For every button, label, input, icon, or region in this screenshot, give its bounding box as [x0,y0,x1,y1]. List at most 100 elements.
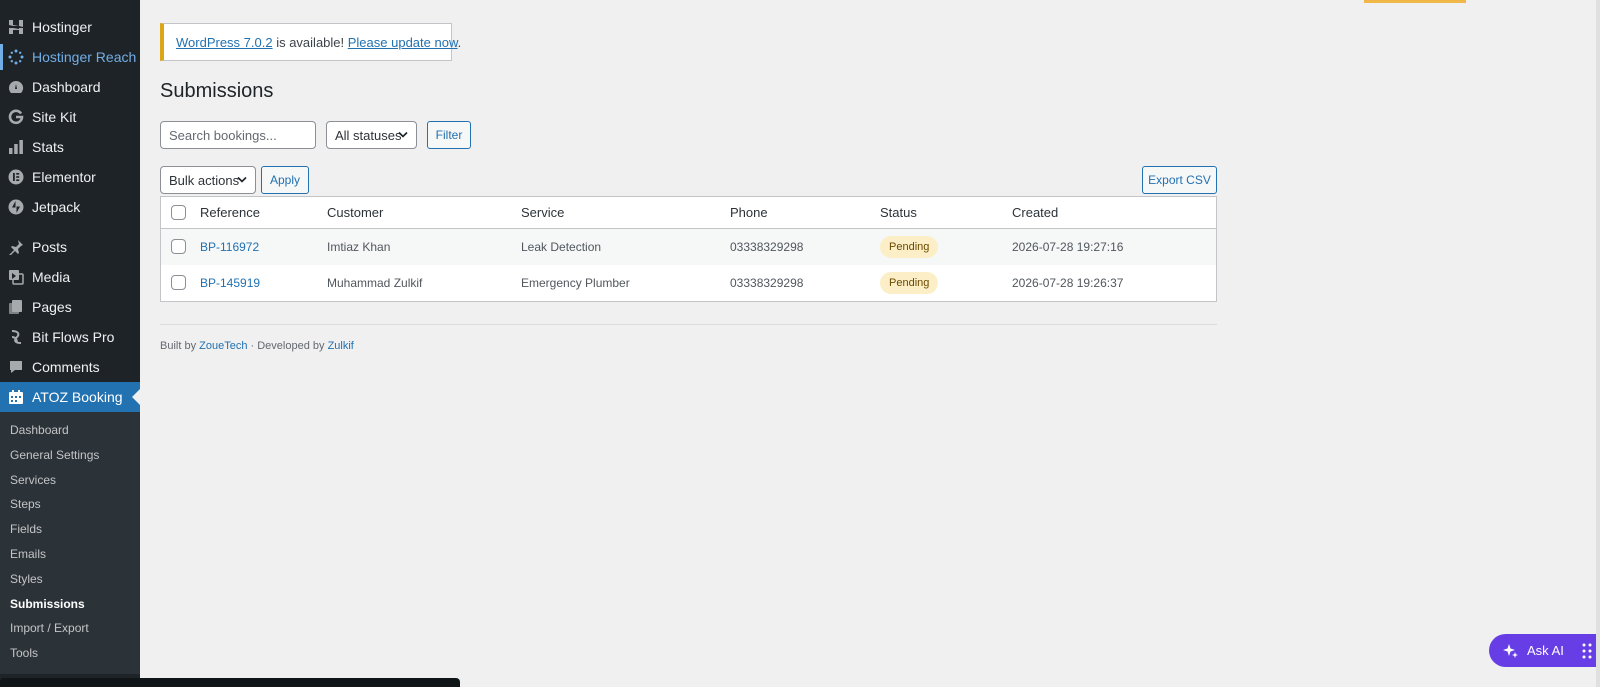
menu-label: Comments [32,359,100,375]
status-cell: Pending [880,236,939,258]
menu-item-dashboard[interactable]: Dashboard [0,72,140,102]
status-select-value: All statuses [335,127,402,143]
menu-item-pages[interactable]: Pages [0,292,140,322]
menu-item-elementor[interactable]: Elementor [0,162,140,192]
menu-label: Bit Flows Pro [32,329,115,345]
pages-icon [8,299,24,315]
hostinger-logo-icon [8,19,24,35]
footer-credits: Built by ZoueTech · Developed by Zulkif [160,340,354,352]
submenu-item-import-export[interactable]: Import / Export [0,616,140,641]
update-notice: WordPress 7.0.2 is available! Please upd… [160,23,461,61]
service-cell: Leak Detection [521,240,602,254]
update-now-link[interactable]: Please update now [348,35,458,50]
chevron-down-icon [237,176,247,183]
menu-item-hostinger[interactable]: Hostinger [0,12,140,42]
status-badge: Pending [880,272,939,294]
apply-button[interactable]: Apply [261,166,309,194]
atoz-submenu: Dashboard General Settings Services Step… [0,412,140,674]
comment-bubble-icon [8,359,24,375]
submenu-item-services[interactable]: Services [0,468,140,493]
submenu-item-styles[interactable]: Styles [0,567,140,592]
created-cell: 2026-07-28 19:26:37 [1012,276,1124,290]
bitflows-icon [8,329,24,345]
created-cell: 2026-07-28 19:27:16 [1012,240,1124,254]
admin-menu: Hostinger Hostinger Reach Dashboard Site… [0,0,140,412]
reach-sparkle-icon [8,49,24,65]
submenu-item-tools[interactable]: Tools [0,641,140,666]
menu-item-atoz-booking[interactable]: ATOZ Booking [0,382,140,412]
bulk-actions-value: Bulk actions [169,172,240,188]
status-cell: Pending [880,272,939,294]
filter-button[interactable]: Filter [427,121,471,149]
reference-link[interactable]: BP-116972 [200,240,259,254]
jetpack-bolt-icon [8,199,24,215]
column-header-phone[interactable]: Phone [730,205,768,220]
status-badge: Pending [880,236,939,258]
elementor-icon [8,169,24,185]
bulk-actions-select[interactable]: Bulk actions [160,166,256,194]
drag-handle-icon[interactable] [1582,643,1592,659]
menu-item-posts[interactable]: Posts [0,232,140,262]
select-all-checkbox[interactable] [171,205,186,220]
export-csv-button[interactable]: Export CSV [1142,166,1217,194]
status-tooltip-bar [0,678,460,687]
menu-item-jetpack[interactable]: Jetpack [0,192,140,222]
column-header-reference[interactable]: Reference [200,205,260,220]
footer-built-by-text: Built by [160,340,200,352]
notice-end: . [457,35,462,50]
reference-link[interactable]: BP-145919 [200,276,260,290]
submissions-table: Reference Customer Service Phone Status … [160,196,1217,302]
menu-item-media[interactable]: Media [0,262,140,292]
column-header-service[interactable]: Service [521,205,564,220]
menu-item-bit-flows-pro[interactable]: Bit Flows Pro [0,322,140,352]
column-header-created[interactable]: Created [1012,205,1058,220]
submenu-item-general-settings[interactable]: General Settings [0,443,140,468]
menu-label: Elementor [32,169,96,185]
menu-separator [0,222,140,232]
customer-cell: Muhammad Zulkif [327,276,423,290]
service-cell: Emergency Plumber [521,276,630,290]
row-checkbox[interactable] [171,275,186,290]
notice-text: is available! [272,35,348,50]
admin-sidebar: Hostinger Hostinger Reach Dashboard Site… [0,0,140,687]
menu-label: Posts [32,239,68,255]
table-row: BP-116972 Imtiaz Khan Leak Detection 033… [161,229,1216,265]
footer-divider [160,324,1217,325]
table-header-row: Reference Customer Service Phone Status … [161,197,1216,229]
menu-label: Stats [32,139,64,155]
column-header-status[interactable]: Status [880,205,917,220]
zulkif-link[interactable]: Zulkif [328,340,354,352]
media-icon [8,269,24,285]
menu-item-hostinger-reach[interactable]: Hostinger Reach [0,42,140,72]
ask-ai-button[interactable]: Ask AI [1489,634,1600,667]
top-accent-bar [1364,0,1466,3]
menu-item-comments[interactable]: Comments [0,352,140,382]
ask-ai-label: Ask AI [1527,643,1564,658]
table-row: BP-145919 Muhammad Zulkif Emergency Plum… [161,265,1216,301]
search-bookings-input[interactable] [160,121,316,149]
menu-label: Media [32,269,71,285]
customer-cell: Imtiaz Khan [327,240,391,254]
pushpin-icon [8,239,24,255]
menu-item-site-kit[interactable]: Site Kit [0,102,140,132]
calendar-icon [8,389,24,405]
submenu-item-fields[interactable]: Fields [0,517,140,542]
phone-cell: 03338329298 [730,240,804,254]
menu-label: Pages [32,299,72,315]
submenu-item-emails[interactable]: Emails [0,542,140,567]
menu-label: Jetpack [32,199,81,215]
menu-item-stats[interactable]: Stats [0,132,140,162]
menu-label: Site Kit [32,109,77,125]
menu-label: Hostinger Reach [32,49,137,65]
wordpress-version-link[interactable]: WordPress 7.0.2 [176,35,273,50]
column-header-customer[interactable]: Customer [327,205,383,220]
submenu-item-submissions[interactable]: Submissions [0,592,140,617]
zouetech-link[interactable]: ZoueTech [199,340,247,352]
bar-chart-icon [8,139,24,155]
window-scrollbar[interactable] [1596,0,1600,687]
page-title: Submissions [160,80,274,102]
submenu-item-dashboard[interactable]: Dashboard [0,418,140,443]
row-checkbox[interactable] [171,239,186,254]
status-select[interactable]: All statuses [326,121,417,149]
submenu-item-steps[interactable]: Steps [0,492,140,517]
